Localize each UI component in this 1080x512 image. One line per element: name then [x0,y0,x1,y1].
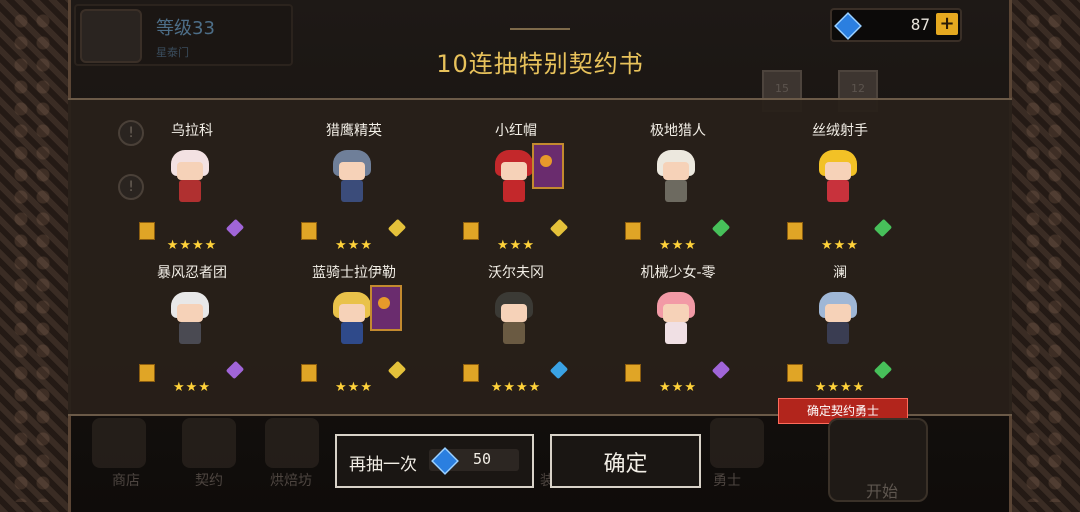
nav-shop[interactable]: 商店 [112,470,140,490]
star-rating: ★★★ [659,380,697,395]
hero-sprite [167,148,213,206]
star-rating: ★★★★ [490,380,542,395]
bakery-nav-icon [265,418,319,468]
hero-name: 机械少女-零 [640,265,716,281]
weapon-type-icon [873,360,893,380]
hero-sprite [329,290,375,348]
hero-card[interactable]: 丝绒射手 ★★★ [765,100,915,253]
hero-name: 澜 [833,265,847,281]
hero-sprite [815,290,861,348]
alert-badge-icon: ! [118,120,144,146]
hero-card[interactable]: 小红帽 ★★★ [441,100,591,253]
title-ornament [510,28,570,40]
gem-counter: 87 + [830,8,962,42]
weapon-type-icon [873,218,893,238]
hero-sprite [815,148,861,206]
add-gems-button[interactable]: + [936,13,958,35]
start-label: 开始 [866,482,899,501]
gem-icon [834,12,862,40]
hero-card[interactable]: 机械少女-零 ★★★ [603,242,753,395]
weapon-type-icon [225,218,245,238]
weapon-type-icon [387,360,407,380]
hero-card[interactable]: 暴风忍者团 ★★★ [117,242,267,395]
hero-name: 极地猎人 [650,123,706,139]
confirm-label: 确定 [603,452,648,477]
hero-name: 猎鹰精英 [326,123,382,139]
hero-card[interactable]: 蓝骑士拉伊勒 ★★★ [279,242,429,395]
weapon-type-icon [387,218,407,238]
draw-again-button[interactable]: 再抽一次 50 [335,434,534,488]
weapon-type-icon [711,218,731,238]
hero-sprite [653,290,699,348]
hero-sprite [329,148,375,206]
shop-nav-icon [92,418,146,468]
modal-title: 10连抽特别契约书 [436,50,644,78]
exclusive-banner-icon [532,143,564,189]
star-rating: ★★★ [173,380,211,395]
hero-card[interactable]: 澜 ★★★★ [765,242,915,395]
hero-name: 小红帽 [495,123,537,139]
hero-nav-icon [710,418,764,468]
nav-bakery[interactable]: 烘焙坊 [270,470,312,490]
hero-name: 沃尔夫冈 [488,265,544,281]
weapon-type-icon [549,218,569,238]
weapon-type-icon [549,360,569,380]
nav-heroes[interactable]: 勇士 [713,470,741,490]
hero-sprite [491,290,537,348]
hero-card[interactable]: 沃尔夫冈 ★★★★ [441,242,591,395]
hero-sprite [653,148,699,206]
player-level: 等级33 [156,18,215,39]
hero-name: 暴风忍者团 [157,265,227,281]
gem-icon [431,447,459,475]
weapon-type-icon [225,360,245,380]
confirm-button[interactable]: 确定 [550,434,701,488]
hero-name: 丝绒射手 [812,123,868,139]
hero-name: 蓝骑士拉伊勒 [312,265,396,281]
draw-again-label: 再抽一次 [349,455,417,475]
draw-cost: 50 [429,447,519,475]
weapon-type-icon [711,360,731,380]
contract-nav-icon [182,418,236,468]
star-rating: ★★★ [335,380,373,395]
alert-badge-icon: ! [118,174,144,200]
hero-sprite [167,290,213,348]
exclusive-banner-icon [370,285,402,331]
hero-card[interactable]: 猎鹰精英 ★★★ [279,100,429,253]
star-rating: ★★★★ [814,380,866,395]
hero-card[interactable]: 极地猎人 ★★★ [603,100,753,253]
gem-count: 87 [910,15,930,34]
draw-cost-value: 50 [473,450,492,468]
hero-sprite [491,148,537,206]
nav-contract[interactable]: 契约 [195,470,223,490]
hero-card[interactable]: 乌拉科 ★★★★ [117,100,267,253]
